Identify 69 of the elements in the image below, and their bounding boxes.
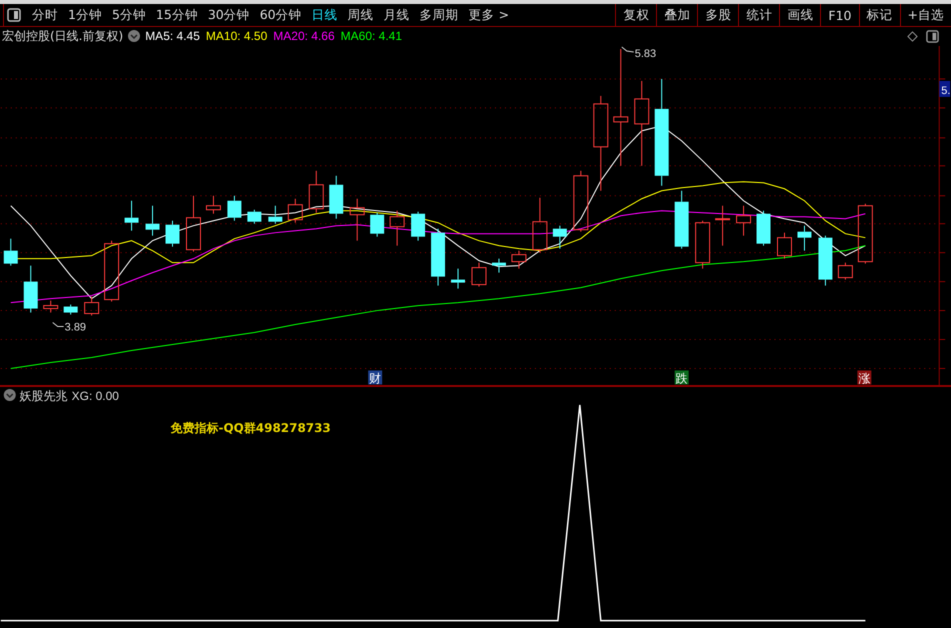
candlestick (838, 262, 853, 280)
candlestick (24, 265, 38, 314)
low-price-label: 3.89 (52, 322, 86, 334)
candlestick (104, 240, 120, 302)
event-marker[interactable]: 跌 (674, 370, 689, 386)
candlestick (124, 200, 139, 232)
dropdown-icon[interactable] (128, 30, 140, 42)
candlestick (695, 220, 710, 270)
indicator-reading: XG: 0.00 (72, 389, 119, 404)
period-tab[interactable]: 5分钟 (106, 6, 151, 24)
candlestick (511, 250, 526, 270)
candlestick (777, 232, 792, 260)
candlestick (4, 238, 18, 266)
panel-toggle-icon[interactable] (7, 8, 21, 22)
period-tab[interactable]: 更多 > (464, 6, 514, 24)
candlestick (64, 304, 78, 316)
indicator-title: 妖股先兆 (20, 389, 68, 404)
period-tab[interactable]: 1分钟 (63, 6, 107, 24)
candlestick (818, 235, 832, 286)
candlestick (43, 300, 58, 314)
period-tab[interactable]: 60分钟 (254, 6, 307, 24)
candlestick (736, 205, 752, 236)
high-price-label: 5.83 (621, 46, 656, 60)
candlestick (756, 210, 770, 246)
candlestick (350, 198, 365, 242)
candlestick (84, 296, 100, 316)
candlestick (288, 198, 303, 224)
candlestick (532, 197, 548, 254)
chart-title: 宏创控股(日线.前复权) (1, 28, 124, 45)
candlestick (146, 205, 160, 236)
candlestick (329, 175, 344, 220)
candlestick (308, 170, 324, 214)
dropdown-icon[interactable] (4, 389, 16, 402)
candlestick (390, 210, 405, 246)
candlestick (186, 195, 201, 252)
candlestick (715, 205, 730, 246)
moving-average-reading: MA5: 4.45 (145, 29, 200, 44)
candlestick (573, 170, 588, 232)
event-marker[interactable]: 涨 (857, 370, 872, 386)
moving-average-reading: MA10: 4.50 (206, 29, 268, 44)
panel-toggle-icon[interactable] (926, 30, 939, 43)
diamond-icon[interactable] (907, 30, 918, 42)
moving-average-reading: MA60: 4.41 (340, 29, 402, 44)
candlestick (370, 212, 384, 238)
candlestick (797, 225, 812, 252)
candlestick (451, 268, 466, 290)
candlestick (431, 228, 446, 286)
candlestick (858, 203, 873, 264)
period-tab[interactable]: 30分钟 (202, 6, 255, 24)
candlestick (674, 190, 689, 250)
event-marker[interactable]: 财 (368, 370, 382, 386)
indicator-note: 免费指标-QQ群498278733 (170, 421, 331, 436)
price-axis-label: 5. (939, 80, 950, 97)
period-tab[interactable]: 周线 (342, 6, 379, 24)
candlestick (472, 262, 486, 288)
moving-average-reading: MA20: 4.66 (273, 29, 335, 44)
period-tab[interactable]: 多周期 (414, 6, 464, 24)
candlestick (492, 258, 506, 274)
candlestick (227, 195, 242, 222)
candlestick (247, 209, 262, 224)
candlestick (166, 220, 180, 248)
period-tab[interactable]: 分时 (27, 6, 63, 24)
candlestick (552, 225, 567, 250)
period-tab[interactable]: 15分钟 (150, 6, 203, 24)
candlestick (411, 211, 426, 242)
candlestick (268, 205, 282, 224)
candlestick (206, 195, 221, 214)
period-tab[interactable]: 月线 (378, 6, 415, 24)
period-tab[interactable]: 日线 (306, 6, 343, 24)
